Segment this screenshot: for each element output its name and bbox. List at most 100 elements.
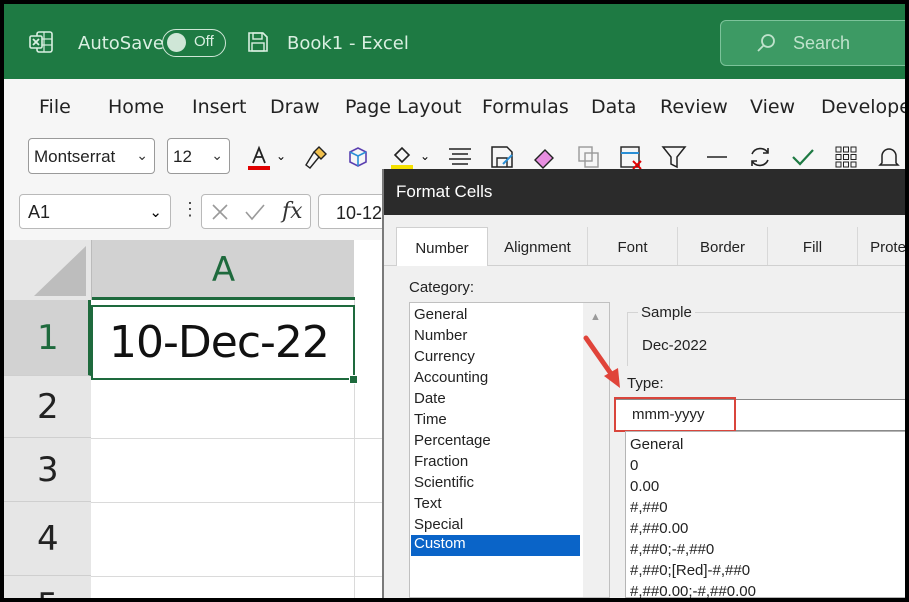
tab-fill[interactable]: Fill — [768, 227, 858, 265]
font-size-dropdown[interactable]: 12 ⌄ — [167, 138, 230, 174]
name-box[interactable]: A1 ⌄ — [19, 194, 171, 229]
column-label: A — [211, 250, 236, 290]
tab-label: Number — [415, 240, 469, 257]
tab-label: Alignment — [504, 239, 571, 256]
menu-developer[interactable]: Develope — [821, 96, 905, 118]
category-item-selected[interactable]: Custom — [411, 535, 580, 556]
chevron-down-icon[interactable]: ⌄ — [276, 149, 286, 163]
tab-alignment[interactable]: Alignment — [488, 227, 588, 265]
category-item[interactable]: Scientific — [414, 474, 474, 491]
more-options-icon[interactable]: ⋮ — [181, 199, 199, 220]
tab-label: Font — [617, 239, 648, 256]
dialog-title: Format Cells — [396, 182, 493, 201]
tab-border[interactable]: Border — [678, 227, 768, 265]
minus-icon[interactable] — [703, 143, 731, 171]
checkmark-icon[interactable] — [789, 143, 817, 171]
category-item[interactable]: Special — [414, 516, 463, 533]
align-icon[interactable] — [446, 143, 474, 171]
copy-icon[interactable] — [574, 143, 602, 171]
category-item[interactable]: Currency — [414, 348, 475, 365]
grid-icon[interactable] — [832, 143, 860, 171]
menu-page-layout[interactable]: Page Layout — [345, 96, 462, 118]
row-header-5[interactable]: 5 — [4, 576, 91, 598]
tab-number[interactable]: Number — [396, 227, 488, 266]
save-as-icon[interactable] — [488, 143, 516, 171]
cell-a1-value: 10-Dec-22 — [109, 317, 330, 368]
cancel-icon[interactable] — [210, 202, 230, 222]
tab-font[interactable]: Font — [588, 227, 678, 265]
font-name-dropdown[interactable]: Montserrat ⌄ — [28, 138, 155, 174]
fill-handle[interactable] — [349, 375, 358, 384]
row-label: 4 — [37, 519, 59, 559]
search-box[interactable]: Search — [720, 20, 905, 66]
menu-draw[interactable]: Draw — [270, 96, 320, 118]
format-code-item[interactable]: #,##0 — [630, 499, 668, 516]
filter-icon[interactable] — [660, 143, 688, 171]
row-header-3[interactable]: 3 — [4, 438, 91, 502]
category-item[interactable]: Date — [414, 390, 446, 407]
chevron-down-icon: ⌄ — [211, 147, 223, 163]
row-label: 3 — [37, 450, 59, 490]
menu-data[interactable]: Data — [591, 96, 636, 118]
chevron-down-icon[interactable]: ⌄ — [420, 149, 430, 163]
chevron-down-icon: ⌄ — [136, 147, 148, 163]
scroll-up-icon[interactable]: ▲ — [590, 311, 601, 323]
category-item[interactable]: Accounting — [414, 369, 488, 386]
menu-bar: File Home Insert Draw Page Layout Formul… — [4, 79, 905, 131]
format-code-item[interactable]: #,##0.00;-#,##0.00 — [630, 583, 756, 598]
row-label: 1 — [37, 318, 59, 358]
menu-insert[interactable]: Insert — [192, 96, 247, 118]
menu-formulas[interactable]: Formulas — [482, 96, 569, 118]
menu-view[interactable]: View — [750, 96, 795, 118]
search-icon — [757, 34, 775, 52]
category-item[interactable]: Text — [414, 495, 442, 512]
delete-cells-icon[interactable] — [617, 143, 645, 171]
category-item[interactable]: Time — [414, 411, 447, 428]
cell-styles-icon[interactable] — [344, 143, 372, 171]
save-icon[interactable] — [246, 30, 270, 54]
enter-icon[interactable] — [244, 202, 266, 222]
insert-function-icon[interactable]: fx — [282, 199, 303, 224]
select-all-corner[interactable] — [4, 240, 91, 300]
menu-review[interactable]: Review — [660, 96, 728, 118]
column-header-a[interactable]: A — [91, 240, 355, 300]
document-title: Book1 - Excel — [287, 33, 409, 54]
toggle-knob — [167, 33, 186, 52]
menu-home[interactable]: Home — [108, 96, 164, 118]
dialog-title-bar[interactable]: Format Cells — [384, 169, 905, 215]
tab-label: Prote — [870, 239, 905, 256]
category-label: Category: — [409, 279, 475, 296]
category-item[interactable]: General — [414, 306, 467, 323]
format-code-item[interactable]: #,##0;-#,##0 — [630, 541, 714, 558]
dialog-tabs: Number Alignment Font Border Fill Prote — [384, 227, 905, 266]
format-code-item[interactable]: #,##0.00 — [630, 520, 688, 537]
format-code-item[interactable]: #,##0;[Red]-#,##0 — [630, 562, 750, 579]
category-item[interactable]: Percentage — [414, 432, 491, 449]
row-header-4[interactable]: 4 — [4, 502, 91, 576]
format-painter-icon[interactable] — [302, 143, 330, 171]
menu-file[interactable]: File — [39, 96, 71, 118]
font-color-icon[interactable] — [245, 143, 273, 171]
worksheet-grid: A 1 2 3 4 5 10-Dec-22 — [4, 240, 384, 598]
tab-protection[interactable]: Prote — [858, 227, 905, 265]
row-header-2[interactable]: 2 — [4, 376, 91, 438]
eraser-icon[interactable] — [531, 143, 559, 171]
category-item[interactable]: Fraction — [414, 453, 468, 470]
format-code-item[interactable]: 0.00 — [630, 478, 659, 495]
fill-color-icon[interactable] — [388, 143, 416, 171]
format-code-item[interactable]: General — [630, 436, 683, 453]
autosave-state: Off — [194, 33, 214, 50]
autosave-toggle[interactable]: Off — [162, 29, 226, 57]
search-placeholder: Search — [793, 33, 851, 53]
row-header-1[interactable]: 1 — [4, 300, 91, 376]
format-code-item[interactable]: 0 — [630, 457, 638, 474]
category-item[interactable]: Number — [414, 327, 467, 344]
format-code-list: General 0 0.00 #,##0 #,##0.00 #,##0;-#,#… — [625, 431, 905, 598]
refresh-icon[interactable] — [746, 143, 774, 171]
row-label: 2 — [37, 387, 59, 427]
gridline — [91, 576, 384, 577]
cell-a1[interactable]: 10-Dec-22 — [91, 305, 355, 380]
chevron-down-icon: ⌄ — [149, 204, 162, 221]
column-selection-indicator — [92, 297, 355, 300]
bell-icon[interactable] — [875, 143, 903, 171]
